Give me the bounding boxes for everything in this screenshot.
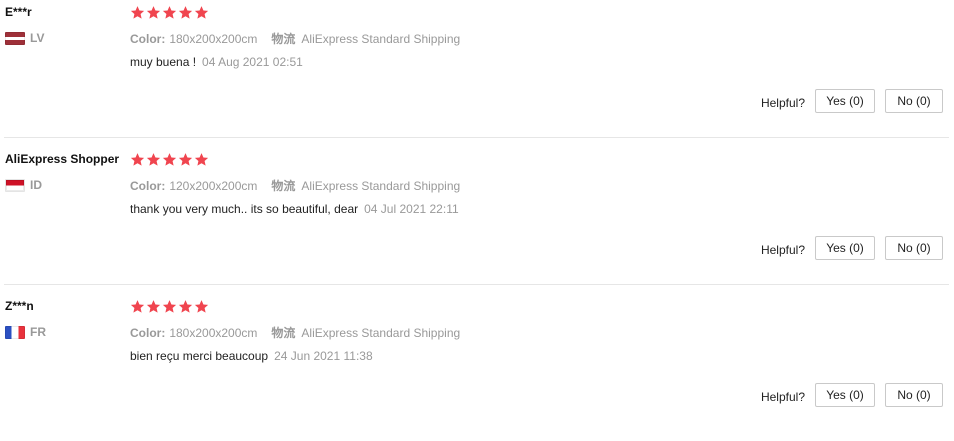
reviewer-country: LV [5,31,44,45]
helpful-yes-button[interactable]: Yes (0) [815,383,875,407]
reviewer-country: ID [5,178,42,192]
shipping-label: 物流 [271,32,296,46]
review-date: 04 Jul 2021 22:11 [364,202,459,216]
review-content: bien reçu merci beaucoup 24 Jun 2021 11:3… [130,349,373,363]
review-item: AliExpress Shopper ID Color: 120x200x200c… [0,147,954,294]
shipping-value: AliExpress Standard Shipping [301,326,461,340]
helpful-label: Helpful? [760,95,805,110]
country-code: ID [30,178,42,192]
country-code: FR [30,325,46,339]
star-icon [146,152,161,167]
color-label: Color: [130,32,166,46]
shipping-label: 物流 [271,326,296,340]
star-rating [130,152,209,167]
review-content: thank you very much.. its so beautiful, … [130,202,459,216]
star-icon [162,299,177,314]
star-icon [178,5,193,20]
helpful-no-button[interactable]: No (0) [885,383,943,407]
helpful-label: Helpful? [760,389,805,404]
star-icon [130,5,145,20]
star-icon [194,299,209,314]
star-icon [194,152,209,167]
helpful-no-button[interactable]: No (0) [885,89,943,113]
color-value: 180x200x200cm [169,32,258,46]
helpful-vote: Helpful? Yes (0) No (0) [761,89,943,113]
color-value: 120x200x200cm [169,179,258,193]
reviewer-name: Z***n [5,299,34,313]
review-text: muy buena ! [130,55,197,69]
review-date: 24 Jun 2021 11:38 [274,349,373,363]
helpful-no-button[interactable]: No (0) [885,236,943,260]
color-label: Color: [130,179,166,193]
review-meta: Color: 180x200x200cm 物流 AliExpress Standard… [130,30,460,47]
star-rating [130,299,209,314]
review-divider [4,137,949,138]
star-rating [130,5,209,20]
star-icon [194,5,209,20]
helpful-yes-button[interactable]: Yes (0) [815,236,875,260]
review-text: bien reçu merci beaucoup [130,349,269,363]
indonesia-flag-icon [5,178,25,192]
review-item: Z***n FR Color: 180x200x200cm 物流 AliExpress… [0,294,954,441]
shipping-label: 物流 [271,179,296,193]
latvia-flag-icon [5,31,25,45]
star-icon [146,299,161,314]
review-divider [4,284,949,285]
review-text: thank you very much.. its so beautiful, … [130,202,359,216]
star-icon [130,152,145,167]
reviewer-name: AliExpress Shopper [5,152,120,166]
helpful-vote: Helpful? Yes (0) No (0) [761,236,943,260]
review-content: muy buena ! 04 Aug 2021 02:51 [130,55,303,69]
reviewer-name: E***r [5,5,32,19]
review-item: E***r LV Color: 180x200x200cm 物流 AliExpress… [0,0,954,147]
star-icon [162,152,177,167]
star-icon [178,299,193,314]
review-meta: Color: 180x200x200cm 物流 AliExpress Standard… [130,324,460,341]
reviewer-country: FR [5,325,46,339]
shipping-value: AliExpress Standard Shipping [301,179,461,193]
color-label: Color: [130,326,166,340]
review-date: 04 Aug 2021 02:51 [202,55,303,69]
france-flag-icon [5,325,25,339]
star-icon [178,152,193,167]
helpful-vote: Helpful? Yes (0) No (0) [761,383,943,407]
star-icon [162,5,177,20]
helpful-label: Helpful? [760,242,805,257]
country-code: LV [30,31,45,45]
shipping-value: AliExpress Standard Shipping [301,32,461,46]
star-icon [146,5,161,20]
color-value: 180x200x200cm [169,326,258,340]
star-icon [130,299,145,314]
review-meta: Color: 120x200x200cm 物流 AliExpress Standard… [130,177,460,194]
helpful-yes-button[interactable]: Yes (0) [815,89,875,113]
